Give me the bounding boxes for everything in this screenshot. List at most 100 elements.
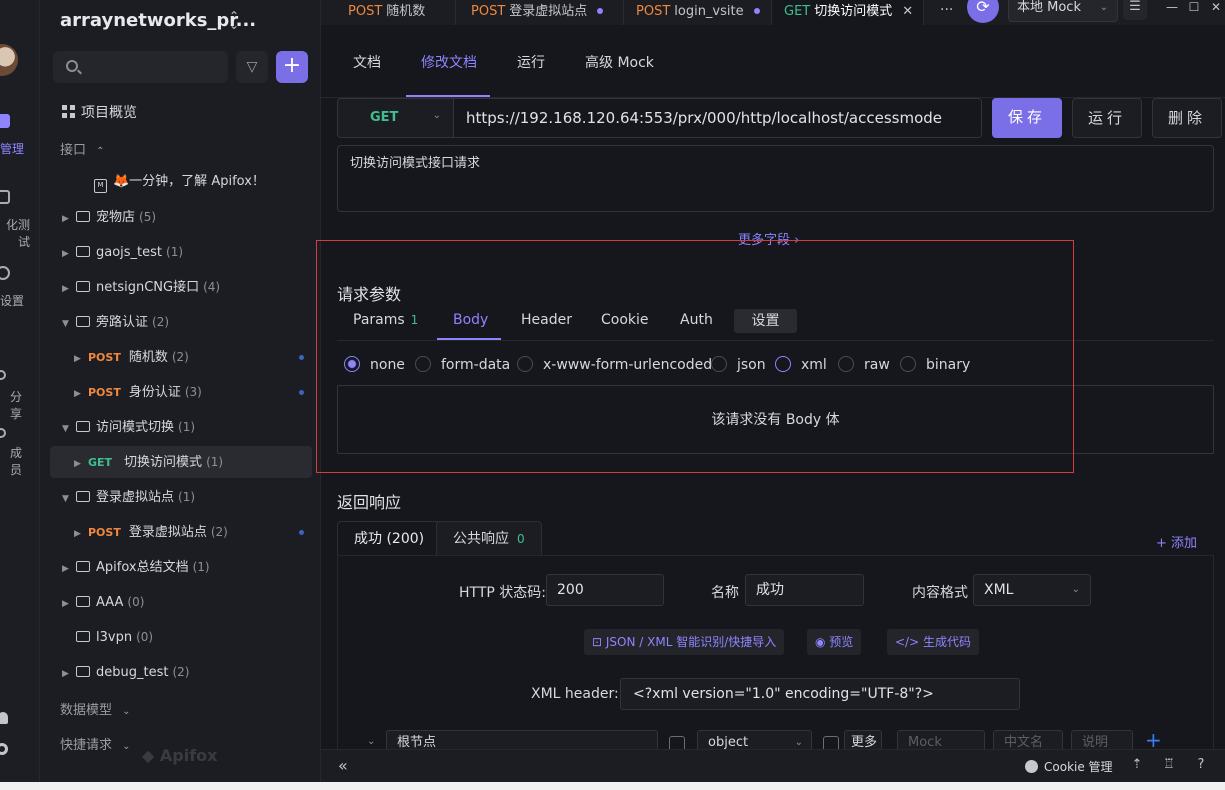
caret-right-icon[interactable]: ▶ (62, 203, 76, 235)
caret-right-icon[interactable]: ▶ (74, 378, 88, 410)
http-status-input[interactable]: 200 (546, 574, 664, 606)
maximize-icon[interactable]: ☐ (1185, 0, 1203, 14)
body-type-xml[interactable]: xml (775, 356, 827, 373)
tree-folder-item[interactable]: l3vpn (0) (50, 621, 312, 653)
mock-env-select[interactable]: 本地 Mock ⌄ (1008, 0, 1118, 22)
notification-bell-icon[interactable] (0, 712, 8, 724)
http-status-label: HTTP 状态码: (459, 585, 546, 601)
tree-api-item[interactable]: ▶ POST 登录虚拟站点 (2) (50, 516, 312, 548)
response-tab-success[interactable]: 成功 (200) (337, 521, 442, 556)
add-button[interactable]: + (276, 51, 308, 83)
more-fields-link[interactable]: 更多字段 › (738, 229, 799, 248)
search-input[interactable] (53, 51, 228, 83)
cookie-manager-button[interactable]: Cookie 管理 (1025, 758, 1113, 775)
tree-folder-item[interactable]: ▼ 访问模式切换 (1) (50, 411, 312, 443)
caret-down-icon[interactable]: ▼ (62, 483, 76, 515)
body-type-raw[interactable]: raw (838, 356, 890, 373)
caret-down-icon[interactable]: ▼ (62, 413, 76, 445)
subtab-doc[interactable]: 文档 (353, 52, 381, 72)
tab-auth[interactable]: Auth (680, 312, 713, 328)
caret-right-icon[interactable]: ▶ (74, 518, 88, 550)
tab-cookie[interactable]: Cookie (601, 312, 649, 328)
shirt-theme-icon[interactable]: ♖ (1161, 757, 1177, 773)
tree-folder-item[interactable]: ▶ gaojs_test (1) (50, 236, 312, 268)
caret-right-icon[interactable]: ▶ (74, 343, 88, 375)
tree-item-count: (1) (178, 420, 196, 434)
caret-right-icon[interactable]: ▶ (62, 238, 76, 270)
body-type-urlencoded[interactable]: x-www-form-urlencoded (517, 356, 712, 373)
description-textarea[interactable]: 切换访问模式接口请求 (337, 145, 1214, 212)
caret-down-icon[interactable]: ▼ (62, 308, 76, 340)
window-close-icon[interactable]: ✕ (1207, 0, 1225, 14)
name-input[interactable]: 成功 (745, 574, 864, 606)
tree-folder-item[interactable]: ▶ netsignCNG接口 (4) (50, 271, 312, 303)
close-icon[interactable]: ✕ (902, 4, 913, 19)
tree-item-label: 切换访问模式 (124, 455, 203, 470)
tab-get-switch-access-mode[interactable]: GET 切换访问模式 ✕ (772, 0, 924, 25)
run-button[interactable]: 运行 (1072, 98, 1142, 138)
preview-button[interactable]: ◉ 预览 (807, 629, 862, 655)
body-type-json[interactable]: json (711, 356, 766, 373)
tab-params[interactable]: Params 1 (353, 312, 418, 328)
xml-header-label: XML header: (531, 686, 619, 702)
tree-doc-item[interactable]: M 🦊一分钟，了解 Apifox！ (50, 166, 312, 198)
quick-requests-section[interactable]: 快捷请求 ⌄ (60, 734, 131, 753)
add-response-button[interactable]: + 添加 (1156, 532, 1197, 551)
project-overview-link[interactable]: 项目概览 (62, 102, 137, 122)
menu-button[interactable]: ☰ (1123, 0, 1147, 20)
caret-right-icon[interactable]: ▶ (62, 588, 76, 620)
upload-icon[interactable]: ⇡ (1129, 757, 1145, 773)
interfaces-section[interactable]: 接口 ⌃ (60, 139, 105, 158)
body-type-none[interactable]: none (344, 356, 405, 373)
caret-right-icon[interactable]: ▶ (62, 658, 76, 690)
tree-folder-item[interactable]: ▶ Apifox总结文档 (1) (50, 551, 312, 583)
minimize-icon[interactable]: — (1163, 0, 1181, 14)
tab-post-login-vsite-cn[interactable]: POST 登录虚拟站点 (459, 0, 624, 25)
tree-api-item[interactable]: ▶ GET 切换访问模式 (1) (50, 446, 312, 478)
method-select[interactable]: GET ⌄ (337, 98, 454, 138)
caret-down-icon[interactable]: ⌄ (367, 736, 375, 747)
caret-right-icon[interactable]: ▶ (62, 553, 76, 585)
data-models-section[interactable]: 数据模型 ⌄ (60, 699, 131, 718)
subtab-edit-doc[interactable]: 修改文档 (421, 52, 477, 72)
url-input[interactable]: https://192.168.120.64:553/prx/000/http/… (454, 98, 982, 138)
tree-folder-item[interactable]: ▼ 旁路认证 (2) (50, 306, 312, 338)
body-type-binary[interactable]: binary (900, 356, 970, 373)
tab-body[interactable]: Body (453, 312, 488, 328)
tabs-bar: POST 随机数 POST 登录虚拟站点 POST login_vsite GET 切换… (321, 0, 1225, 25)
tab-post-login-vsite[interactable]: POST login_vsite (624, 0, 772, 25)
xml-header-input[interactable]: <?xml version="1.0" encoding="UTF-8"?> (620, 678, 1020, 710)
gear-icon[interactable] (0, 743, 8, 755)
tree-folder-item[interactable]: ▼ 登录虚拟站点 (1) (50, 481, 312, 513)
subtab-advanced-mock[interactable]: 高级 Mock (585, 52, 654, 72)
tab-settings[interactable]: 设置 (734, 309, 797, 333)
tree-api-item[interactable]: ▶ POST 身份认证 (3) (50, 376, 312, 408)
main-panel: 文档 修改文档 运行 高级 Mock GET ⌄ https://192.168… (316, 25, 1225, 756)
caret-right-icon[interactable]: ▶ (62, 273, 76, 305)
save-button[interactable]: 保存 (992, 98, 1062, 138)
collapse-sidebar-icon[interactable]: « (338, 756, 348, 775)
data-models-label: 数据模型 (60, 703, 113, 718)
tree-api-item[interactable]: ▶ POST 随机数 (2) (50, 341, 312, 373)
tree-folder-item[interactable]: ▶ debug_test (2) (50, 656, 312, 688)
tree-folder-item[interactable]: ▶ 宠物店 (5) (50, 201, 312, 233)
caret-right-icon[interactable]: ▶ (74, 448, 88, 480)
sync-icon[interactable]: ⟳ (967, 0, 999, 23)
generate-code-button[interactable]: </> 生成代码 (887, 629, 979, 655)
tree-folder-item[interactable]: ▶ AAA (0) (50, 586, 312, 618)
tab-header[interactable]: Header (521, 312, 572, 328)
project-title[interactable]: arraynetworks_pr... (60, 10, 256, 31)
response-tab-common[interactable]: 公共响应 0 (436, 521, 542, 556)
delete-button[interactable]: 删除 (1152, 98, 1222, 138)
more-tabs-button[interactable]: ··· (940, 0, 953, 20)
content-type-select[interactable]: XML ⌄ (973, 574, 1091, 606)
quick-requests-label: 快捷请求 (60, 738, 113, 753)
body-type-form-data[interactable]: form-data (415, 356, 510, 373)
help-icon[interactable]: ? (1193, 757, 1209, 773)
filter-button[interactable]: ▽ (236, 51, 268, 83)
avatar[interactable] (0, 44, 18, 76)
subtab-run[interactable]: 运行 (517, 52, 545, 72)
smart-import-button[interactable]: ⊡ JSON / XML 智能识别/快捷导入 (584, 629, 785, 655)
project-switch-icon[interactable]: ⌃ ⌄ (228, 10, 240, 31)
tab-post-random[interactable]: POST 随机数 (336, 0, 456, 25)
